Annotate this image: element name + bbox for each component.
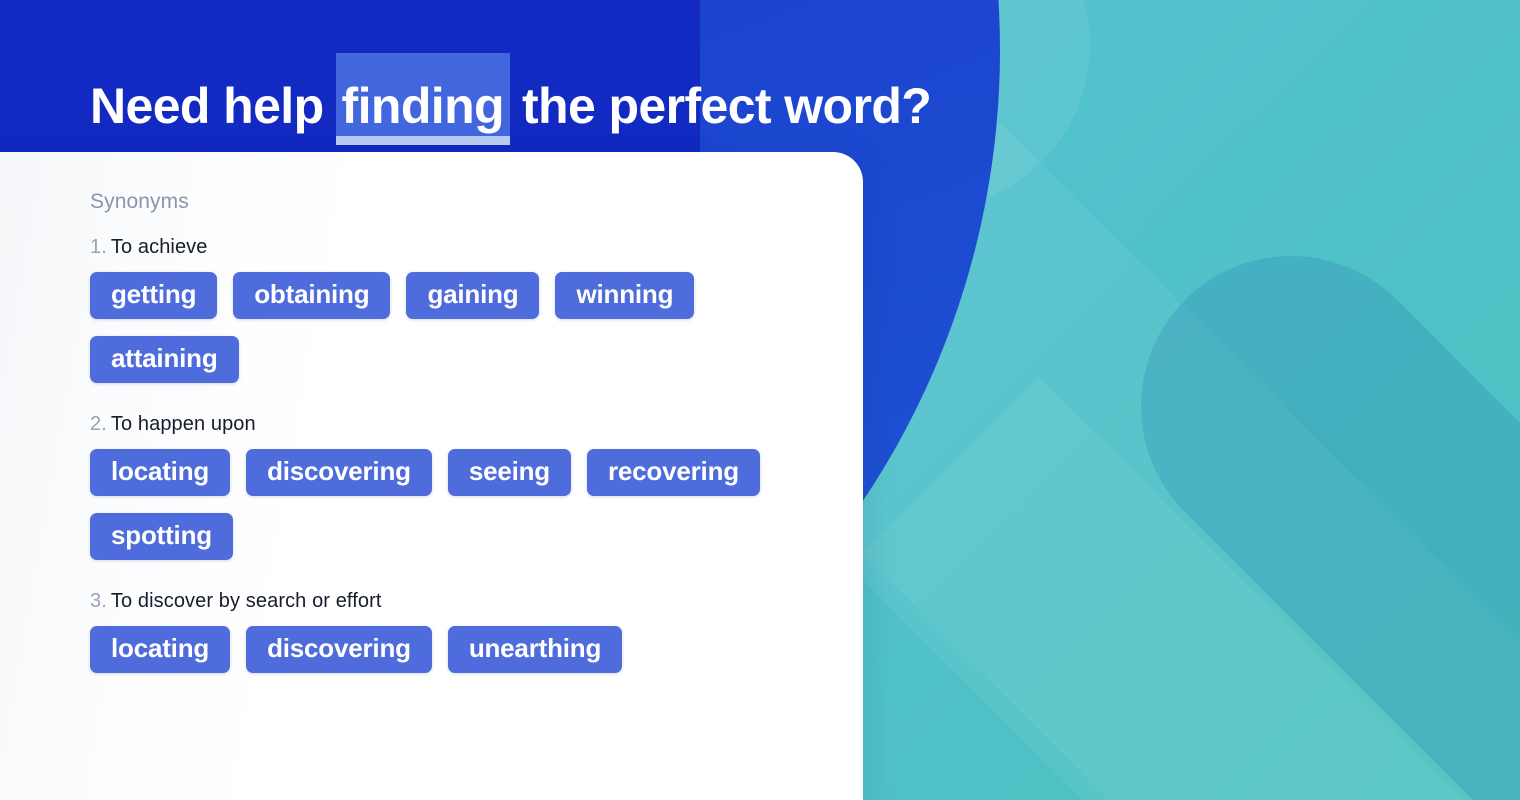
synonym-chip[interactable]: attaining: [90, 336, 239, 383]
synonym-chip[interactable]: gaining: [406, 272, 540, 319]
synonym-chip[interactable]: winning: [555, 272, 695, 319]
synonym-chip[interactable]: discovering: [246, 449, 432, 496]
synonyms-card: Synonyms 1. To achieve getting obtaining …: [0, 152, 863, 800]
synonym-chip[interactable]: seeing: [447, 449, 571, 496]
synonym-chip-list: getting obtaining gaining winning attain…: [90, 272, 790, 383]
sense-definition-row: 1. To achieve: [90, 236, 863, 259]
highlighted-word-text: finding: [341, 78, 505, 134]
synonym-chip[interactable]: unearthing: [447, 626, 623, 673]
synonym-chip[interactable]: spotting: [90, 513, 233, 560]
synonym-chip[interactable]: discovering: [246, 626, 432, 673]
synonyms-heading: Synonyms: [90, 190, 189, 213]
highlighted-word[interactable]: finding: [335, 53, 510, 145]
sense-group: 3. To discover by search or effort locati…: [90, 590, 863, 673]
synonym-chip[interactable]: locating: [90, 626, 231, 673]
synonym-chip[interactable]: recovering: [586, 449, 760, 496]
page-title: Need help finding the perfect word?: [90, 53, 932, 145]
sense-definition: To happen upon: [110, 413, 256, 435]
selection-underbar: [335, 136, 510, 145]
synonyms-card-content: Synonyms 1. To achieve getting obtaining …: [0, 152, 863, 673]
synonym-chip[interactable]: getting: [90, 272, 218, 319]
headline-after-text: the perfect word?: [521, 78, 932, 134]
sense-definition-row: 2. To happen upon: [90, 413, 863, 436]
synonym-chip-list: locating discovering unearthing: [90, 626, 790, 673]
sense-number: 3.: [90, 590, 107, 612]
sense-definition: To achieve: [110, 236, 208, 258]
sense-definition-row: 3. To discover by search or effort: [90, 590, 863, 613]
sense-definition: To discover by search or effort: [110, 590, 382, 612]
promo-banner: Need help finding the perfect word? Syno…: [0, 0, 1520, 800]
synonym-chip-list: locating discovering seeing recovering s…: [90, 449, 790, 560]
headline-before-text: Need help: [90, 78, 324, 134]
synonym-chip[interactable]: obtaining: [233, 272, 391, 319]
sense-group: 2. To happen upon locating discovering se…: [90, 413, 863, 560]
sense-number: 1.: [90, 236, 107, 258]
sense-group: 1. To achieve getting obtaining gaining w…: [90, 236, 863, 383]
synonym-chip[interactable]: locating: [90, 449, 231, 496]
sense-number: 2.: [90, 413, 107, 435]
